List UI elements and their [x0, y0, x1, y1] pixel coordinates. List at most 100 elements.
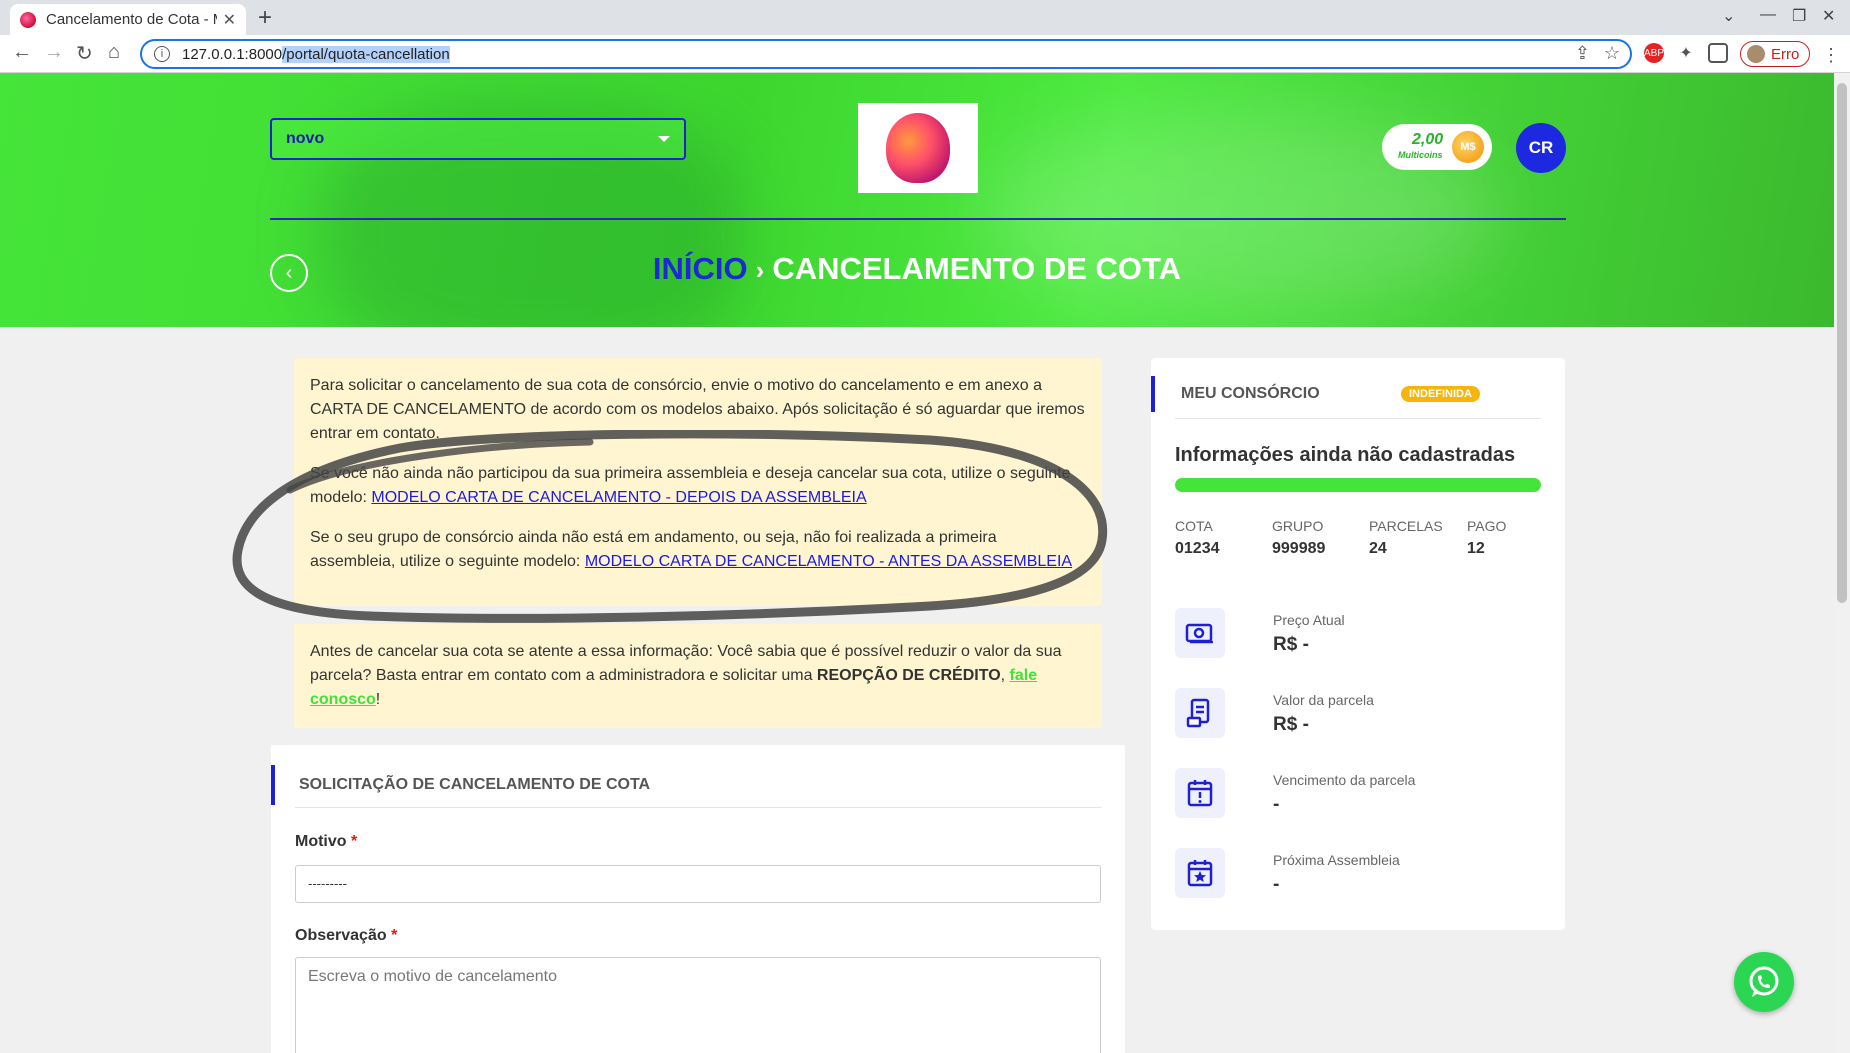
stat-value: 12: [1467, 540, 1485, 557]
calendar-star-icon: [1175, 848, 1225, 898]
info-value: R$ -: [1273, 634, 1309, 655]
instructions-text: Para solicitar o cancelamento de sua cot…: [310, 377, 1085, 442]
menu-kebab-icon[interactable]: ⋮: [1822, 45, 1840, 66]
consorcio-select-value: novo: [286, 130, 325, 147]
credit-reoption-notice: Antes de cancelar sua cota se atente a e…: [294, 624, 1102, 728]
adblock-icon[interactable]: ABP: [1644, 43, 1664, 63]
back-arrow-icon[interactable]: ←: [12, 41, 32, 64]
credit-reoption-highlight: REOPÇÃO DE CRÉDITO: [816, 667, 1001, 684]
restore-icon[interactable]: ❐: [1792, 6, 1806, 26]
favicon-icon: [20, 11, 36, 28]
info-installment-due: Vencimento da parcela -: [1175, 768, 1541, 818]
consorcio-select[interactable]: novo: [270, 118, 686, 160]
home-icon[interactable]: ⌂: [108, 41, 120, 64]
credit-reoption-end: !: [375, 691, 381, 708]
stat-pago: PAGO 12: [1467, 518, 1506, 558]
info-value: R$ -: [1273, 714, 1309, 735]
form-title-divider: [295, 807, 1101, 808]
model-letter-before-assembly-link[interactable]: MODELO CARTA DE CANCELAMENTO - ANTES DA …: [585, 553, 1072, 570]
lion-logo-icon: [886, 113, 950, 183]
cancellation-instructions: Para solicitar o cancelamento de sua cot…: [294, 358, 1102, 606]
whatsapp-icon: [1749, 966, 1779, 997]
money-icon: [1175, 608, 1225, 658]
browser-toolbar: ← → ↻ ⌂ i 127.0.0.1:8000/portal/quota-ca…: [0, 35, 1850, 73]
close-tab-icon[interactable]: ✕: [223, 10, 236, 30]
info-installment-value: Valor da parcela R$ -: [1175, 688, 1541, 738]
info-label: Valor da parcela: [1273, 692, 1374, 708]
observacao-label-text: Observação: [295, 927, 387, 944]
stat-grupo: GRUPO 999989: [1272, 518, 1325, 558]
info-label: Próxima Assembleia: [1273, 852, 1400, 868]
my-consortium-card: MEU CONSÓRCIO INDEFINIDA Informações ain…: [1151, 358, 1565, 930]
coins-label: Multicoins: [1398, 150, 1443, 160]
motivo-label-text: Motivo: [295, 833, 347, 850]
stat-label: PAGO: [1467, 518, 1507, 534]
user-avatar[interactable]: CR: [1516, 123, 1566, 173]
info-label: Preço Atual: [1273, 612, 1345, 628]
info-current-price: Preço Atual R$ -: [1175, 608, 1541, 658]
consortium-heading: Informações ainda não cadastradas: [1175, 444, 1516, 466]
breadcrumb-current: CANCELAMENTO DE COTA: [772, 251, 1182, 286]
info-value: -: [1273, 874, 1280, 895]
page-scrollbar[interactable]: [1834, 73, 1850, 1053]
status-badge: INDEFINIDA: [1401, 386, 1480, 402]
close-window-icon[interactable]: ✕: [1822, 6, 1835, 26]
motivo-label: Motivo *: [295, 833, 357, 851]
extensions-puzzle-icon[interactable]: ✦: [1676, 43, 1696, 63]
whatsapp-button[interactable]: [1734, 952, 1794, 1012]
consortium-progress-bar: [1175, 478, 1541, 492]
stat-cota: COTA 01234: [1175, 518, 1220, 558]
breadcrumb: INÍCIO › CANCELAMENTO DE COTA: [0, 251, 1834, 287]
new-tab-icon[interactable]: +: [258, 4, 272, 32]
side-panel-icon[interactable]: [1708, 43, 1728, 63]
info-next-assembly: Próxima Assembleia -: [1175, 848, 1541, 898]
stat-value: 999989: [1272, 540, 1326, 557]
stat-value: 01234: [1175, 540, 1220, 557]
progress-fill: [1175, 478, 1541, 492]
observacao-label: Observação *: [295, 927, 397, 945]
url-host: 127.0.0.1:8000: [182, 45, 283, 63]
model-letter-after-assembly-link[interactable]: MODELO CARTA DE CANCELAMENTO - DEPOIS DA…: [371, 489, 866, 506]
tab-search-icon[interactable]: ⌄: [1722, 6, 1735, 26]
stat-label: PARCELAS: [1369, 518, 1443, 534]
multicoins-balance[interactable]: 2,00 Multicoins M$: [1382, 124, 1492, 170]
address-bar[interactable]: i 127.0.0.1:8000/portal/quota-cancellati…: [140, 39, 1632, 69]
profile-avatar: [1747, 45, 1765, 63]
instructions-before-assembly: Se o seu grupo de consórcio ainda não es…: [310, 526, 1086, 574]
coins-value: 2,00: [1412, 131, 1444, 148]
bookmark-star-icon[interactable]: ☆: [1604, 43, 1620, 64]
site-info-icon[interactable]: i: [154, 46, 170, 62]
reload-icon[interactable]: ↻: [76, 41, 93, 66]
minimize-icon[interactable]: —: [1760, 6, 1776, 24]
invoice-icon: [1175, 688, 1225, 738]
tab-title: Cancelamento de Cota - M: [46, 11, 217, 28]
cancellation-form-card: SOLICITAÇÃO DE CANCELAMENTO DE COTA Moti…: [271, 745, 1125, 1053]
form-title: SOLICITAÇÃO DE CANCELAMENTO DE COTA: [271, 765, 1125, 805]
required-mark: *: [391, 927, 398, 944]
info-value: -: [1273, 794, 1280, 815]
profile-button[interactable]: Erro: [1740, 41, 1810, 67]
stat-label: GRUPO: [1272, 518, 1324, 534]
observacao-textarea[interactable]: Escreva o motivo de cancelamento: [295, 957, 1101, 1053]
my-consortium-title: MEU CONSÓRCIO: [1151, 376, 1565, 412]
instructions-after-assembly: Se você não ainda não participou da sua …: [310, 462, 1086, 510]
profile-label: Erro: [1771, 45, 1800, 63]
breadcrumb-home[interactable]: INÍCIO: [653, 251, 748, 286]
browser-tab-bar: Cancelamento de Cota - M ✕ + ⌄ — ❐ ✕: [0, 0, 1850, 35]
browser-tab[interactable]: Cancelamento de Cota - M ✕: [10, 4, 246, 35]
credit-reoption-comma: ,: [1000, 667, 1010, 684]
hero-header: novo 2,00 Multicoins M$ CR ‹ INÍCIO › CANC…: [0, 73, 1834, 327]
brand-logo[interactable]: [858, 103, 978, 193]
info-label: Vencimento da parcela: [1273, 772, 1416, 788]
share-icon[interactable]: ⇪: [1575, 43, 1590, 64]
header-divider: [270, 218, 1566, 220]
card-divider: [1175, 418, 1541, 419]
url-path: /portal/quota-cancellation: [282, 45, 450, 63]
credit-reoption-text: Antes de cancelar sua cota se atente a e…: [310, 640, 1086, 712]
stat-parcelas: PARCELAS 24: [1369, 518, 1443, 558]
scrollbar-thumb[interactable]: [1837, 83, 1847, 603]
forward-arrow-icon[interactable]: →: [44, 41, 64, 64]
motivo-select[interactable]: ---------: [295, 865, 1101, 903]
chevron-down-icon: [658, 136, 670, 142]
calendar-alert-icon: [1175, 768, 1225, 818]
